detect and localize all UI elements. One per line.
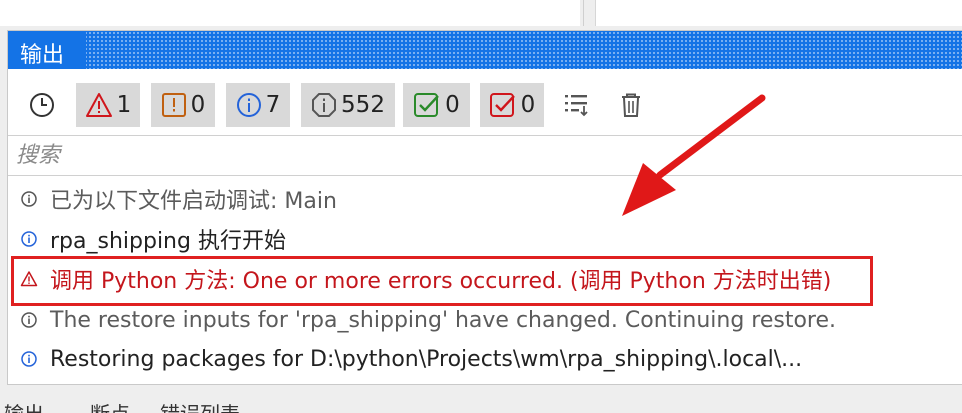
success-count: 0: [445, 92, 460, 118]
warning-square-icon: [161, 93, 186, 117]
log-row[interactable]: rpa_shipping 执行开始: [8, 221, 962, 257]
trace-info-icon: [21, 191, 37, 207]
info-circle-icon: [236, 93, 261, 117]
info-icon: [21, 231, 37, 247]
tab-error-list[interactable]: 错误列表: [160, 398, 240, 413]
trace-info-icon: [21, 312, 37, 328]
failure-check-icon: [489, 93, 515, 117]
tab-breakpoints[interactable]: 断点: [90, 398, 130, 413]
bottom-tab-bar: 输出 断点 错误列表: [0, 390, 962, 413]
trace-octagon-icon: [312, 93, 337, 117]
filter-info-button[interactable]: 7: [226, 83, 290, 127]
log-row[interactable]: The restore inputs for 'rpa_shipping' ha…: [8, 302, 962, 338]
collapse-all-button[interactable]: [556, 83, 596, 127]
panel-title: 输出: [20, 43, 65, 68]
pane-divider[interactable]: [583, 0, 584, 26]
output-panel: 输出 1 0 7 552 0 0 搜索 已为以下文件启动调试: Main rpa…: [7, 30, 962, 385]
warning-count: 0: [190, 92, 206, 118]
log-row-text: rpa_shipping 执行开始: [50, 229, 286, 254]
search-input[interactable]: [16, 140, 946, 170]
info-icon: [21, 351, 37, 367]
trash-icon: [622, 93, 640, 117]
annotation-highlight-box: [11, 256, 873, 306]
log-row-text: 已为以下文件启动调试: Main: [50, 189, 337, 214]
error-count: 1: [116, 92, 132, 118]
output-panel-titlebar[interactable]: 输出: [8, 31, 962, 69]
list-collapse-icon: [565, 95, 588, 117]
filter-errors-button[interactable]: 1: [76, 83, 140, 127]
timestamp-toggle-button[interactable]: [22, 83, 62, 127]
previous-panel-strip: [0, 0, 962, 28]
log-row-text: The restore inputs for 'rpa_shipping' ha…: [50, 307, 837, 333]
output-toolbar: 1 0 7 552 0 0: [8, 83, 962, 127]
log-row[interactable]: Restoring packages for D:\python\Project…: [8, 341, 962, 377]
previous-panel-right: [595, 0, 962, 26]
filter-failure-button[interactable]: 0: [480, 83, 544, 127]
filter-warnings-button[interactable]: 0: [151, 83, 215, 127]
failure-count: 0: [520, 92, 536, 118]
info-count: 7: [265, 92, 281, 118]
previous-panel-left: [0, 0, 580, 26]
filter-success-button[interactable]: 0: [403, 83, 470, 127]
log-row[interactable]: 已为以下文件启动调试: Main: [8, 181, 962, 217]
success-check-icon: [414, 93, 440, 117]
clear-output-button[interactable]: [611, 83, 651, 127]
error-triangle-icon: [85, 93, 112, 117]
trace-count: 552: [341, 92, 385, 118]
tab-output[interactable]: 输出: [4, 398, 44, 413]
search-bar: [8, 135, 962, 176]
clock-icon: [30, 93, 54, 117]
filter-trace-button[interactable]: 552: [301, 83, 395, 127]
log-row-text: Restoring packages for D:\python\Project…: [50, 346, 803, 372]
